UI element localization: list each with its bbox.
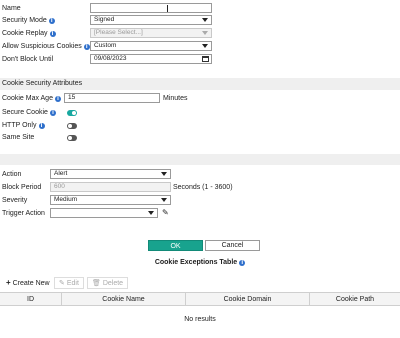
trigger-action-select[interactable]	[50, 208, 158, 218]
cookie-max-age-unit: Minutes	[163, 95, 188, 102]
block-period-unit: Seconds (1 - 3600)	[173, 184, 233, 191]
cookie-replay-select[interactable]: [Please Select...]	[90, 28, 212, 38]
cookie-max-age-label: Cookie Max Age i	[2, 95, 61, 102]
chevron-down-icon	[161, 172, 167, 176]
chevron-down-icon	[202, 31, 208, 35]
same-site-toggle[interactable]	[67, 135, 77, 141]
action-label: Action	[2, 171, 22, 178]
calendar-icon[interactable]	[202, 56, 209, 62]
edit-button[interactable]: ✎ Edit	[54, 277, 84, 289]
column-header-id[interactable]: ID	[0, 293, 62, 306]
severity-label: Severity	[2, 197, 28, 204]
trigger-action-label: Trigger Action	[2, 210, 45, 217]
ok-button[interactable]: OK	[148, 240, 203, 251]
secure-cookie-row: Secure Cookie i	[0, 107, 400, 119]
cookie-security-attributes-header: Cookie Security Attributes	[0, 78, 400, 90]
secure-cookie-label: Secure Cookie i	[2, 109, 56, 116]
pencil-icon: ✎	[59, 279, 65, 287]
action-row: Action Alert	[0, 169, 400, 181]
block-period-row: Block Period 600 Seconds (1 - 3600)	[0, 182, 400, 194]
block-period-label: Block Period	[2, 184, 42, 191]
info-icon[interactable]: i	[38, 123, 45, 129]
chevron-down-icon	[202, 18, 208, 22]
section-separator	[0, 154, 400, 165]
same-site-row: Same Site	[0, 132, 400, 144]
trash-icon: 🗑	[92, 279, 101, 287]
column-header-cookie-domain[interactable]: Cookie Domain	[186, 293, 310, 306]
secure-cookie-toggle[interactable]	[67, 110, 77, 116]
name-label: Name	[2, 5, 21, 12]
dont-block-until-label: Don't Block Until	[2, 56, 54, 63]
allow-suspicious-cookies-label: Allow Suspicious Cookies i	[2, 43, 90, 50]
allow-suspicious-cookies-row: Allow Suspicious Cookies i Custom	[0, 41, 400, 53]
empty-table-message: No results	[184, 316, 216, 323]
severity-row: Severity Medium	[0, 195, 400, 207]
column-header-cookie-name[interactable]: Cookie Name	[62, 293, 186, 306]
info-icon[interactable]: i	[239, 260, 246, 266]
block-period-input[interactable]: 600	[50, 182, 171, 192]
action-select[interactable]: Alert	[50, 169, 171, 179]
cookie-replay-label: Cookie Replay i	[2, 30, 56, 37]
text-cursor	[167, 5, 168, 12]
allow-suspicious-cookies-select[interactable]: Custom	[90, 41, 212, 51]
table-header: ID Cookie Name Cookie Domain Cookie Path	[0, 292, 400, 306]
security-mode-label: Security Mode i	[2, 17, 55, 24]
info-icon[interactable]: i	[49, 31, 56, 37]
security-mode-row: Security Mode i Signed	[0, 15, 400, 27]
chevron-down-icon	[202, 44, 208, 48]
cookie-max-age-row: Cookie Max Age i 15 Minutes	[0, 93, 400, 105]
pencil-icon[interactable]: ✎	[162, 208, 169, 217]
name-input[interactable]	[90, 3, 212, 13]
cancel-button[interactable]: Cancel	[205, 240, 260, 251]
http-only-toggle[interactable]	[67, 123, 77, 129]
security-mode-select[interactable]: Signed	[90, 15, 212, 25]
section-title: Cookie Security Attributes	[2, 80, 83, 87]
create-new-button[interactable]: + Create New	[1, 277, 55, 289]
info-icon[interactable]: i	[83, 44, 90, 50]
info-icon[interactable]: i	[49, 110, 56, 116]
chevron-down-icon	[148, 211, 154, 215]
info-icon[interactable]: i	[48, 18, 55, 24]
plus-icon: +	[6, 278, 11, 287]
column-header-cookie-path[interactable]: Cookie Path	[310, 293, 400, 306]
chevron-down-icon	[161, 198, 167, 202]
info-icon[interactable]: i	[54, 96, 61, 102]
trigger-action-row: Trigger Action ✎	[0, 208, 400, 220]
dont-block-until-row: Don't Block Until 09/08/2023	[0, 54, 400, 66]
http-only-row: HTTP Only i	[0, 120, 400, 132]
cookie-max-age-input[interactable]: 15	[64, 93, 160, 103]
delete-button[interactable]: 🗑 Delete	[87, 277, 129, 289]
cookie-replay-row: Cookie Replay i [Please Select...]	[0, 28, 400, 40]
cookie-exceptions-table-title: Cookie Exceptions Table i	[0, 259, 400, 266]
same-site-label: Same Site	[2, 134, 35, 141]
http-only-label: HTTP Only i	[2, 122, 45, 129]
severity-select[interactable]: Medium	[50, 195, 171, 205]
dont-block-until-date-input[interactable]: 09/08/2023	[90, 54, 212, 64]
name-row: Name	[0, 3, 400, 15]
